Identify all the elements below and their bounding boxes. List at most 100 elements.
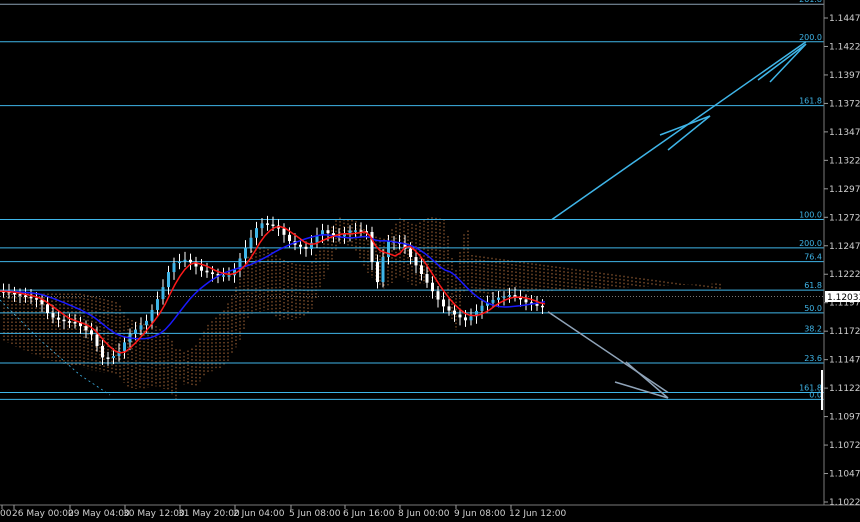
candle-body: [266, 223, 269, 225]
candle-body: [84, 326, 88, 331]
candle-body: [62, 319, 66, 322]
candle-body: [414, 257, 418, 266]
candle-body: [244, 247, 247, 259]
candle-body: [260, 223, 264, 229]
candle-body: [139, 325, 143, 330]
candle-body: [46, 304, 49, 314]
candle-body: [425, 274, 429, 283]
candle-body: [249, 237, 253, 248]
candle-body: [464, 317, 467, 321]
price-tick-label: 1.12979: [829, 185, 860, 195]
candle-body: [167, 272, 170, 288]
candle-body: [101, 345, 104, 358]
candle-body: [271, 224, 275, 226]
candle-body: [227, 275, 231, 277]
candle-body: [282, 228, 286, 235]
candle-body: [189, 259, 192, 263]
candle-body: [95, 334, 99, 346]
candle-body: [541, 305, 544, 308]
current-price-marker: 1.12033: [825, 291, 860, 303]
candle-body: [134, 329, 137, 335]
candle-body: [156, 299, 159, 310]
candle-body: [513, 295, 517, 297]
price-tick-label: 1.10229: [829, 498, 860, 508]
price-tick-label: 1.13229: [829, 156, 860, 166]
time-tick-label: 12 Jun 12:00: [509, 509, 566, 519]
fib-level-label: 23.6: [804, 354, 822, 363]
candle-body: [535, 304, 539, 306]
price-tick-label: 1.12229: [829, 270, 860, 280]
candle-body: [51, 313, 55, 318]
candle-body: [73, 322, 77, 324]
price-tick-label: 1.10729: [829, 441, 860, 451]
candle-body: [453, 310, 456, 315]
candle-body: [354, 230, 357, 232]
price-tick-label: 1.13729: [829, 99, 860, 109]
candle-body: [123, 342, 126, 352]
price-tick-label: 1.14479: [829, 14, 860, 24]
candle-body: [420, 265, 423, 275]
price-tick-label: 1.12729: [829, 213, 860, 223]
candle-body: [18, 294, 22, 296]
chart-background: [0, 0, 860, 522]
time-tick-label: 2 Jun 04:00: [233, 509, 285, 519]
fib-level-label: 200.0: [799, 239, 822, 248]
price-tick-label: 1.13479: [829, 128, 860, 138]
fib-level-label: 200.0: [799, 33, 822, 42]
candle-body: [222, 275, 225, 277]
candle-body: [431, 282, 434, 292]
candle-body: [480, 305, 484, 311]
price-tick-label: 1.11479: [829, 356, 860, 366]
candle-body: [178, 261, 181, 264]
fib-level-label: 100.0: [799, 210, 822, 219]
candle-body: [458, 314, 462, 318]
price-tick-label: 1.12479: [829, 242, 860, 252]
time-tick-label: 30 May 12:00: [123, 509, 185, 519]
fib-level-label: 0.0: [809, 390, 822, 399]
candle-body: [326, 230, 330, 234]
candle-body: [90, 330, 93, 335]
current-price-label: 1.12033: [827, 293, 860, 303]
fib-level-label: 161.8: [799, 97, 822, 106]
candle-body: [68, 321, 71, 323]
price-tick-label: 1.14229: [829, 42, 860, 52]
price-tick-label: 1.11229: [829, 384, 860, 394]
candle-body: [150, 309, 154, 321]
candle-body: [106, 357, 110, 359]
candle-body: [112, 356, 115, 358]
price-tick-label: 1.10479: [829, 470, 860, 480]
candle-body: [524, 299, 528, 303]
candle-body: [183, 259, 187, 262]
time-tick-label: 5 Jun 08:00: [289, 509, 341, 519]
price-tick-label: 1.11729: [829, 327, 860, 337]
candle-body: [304, 246, 308, 249]
candle-body: [381, 257, 385, 283]
candle-body: [409, 248, 412, 258]
candle-body: [469, 316, 473, 321]
candle-body: [436, 291, 440, 300]
fib-level-label: 76.4: [804, 253, 822, 262]
candle-body: [211, 272, 214, 275]
candle-body: [35, 298, 38, 300]
candle-body: [205, 270, 209, 273]
price-tick-label: 1.13979: [829, 71, 860, 81]
fib-level-label: 38.2: [804, 324, 822, 333]
time-tick-label: 8 Jun 00:00: [398, 509, 450, 519]
candle-body: [145, 320, 148, 326]
candle-body: [376, 262, 379, 283]
candle-body: [57, 317, 60, 320]
candle-body: [172, 263, 176, 273]
candle-body: [447, 306, 451, 311]
candle-body: [24, 295, 27, 297]
time-tick-label: 00: [0, 509, 12, 519]
fib-level-label: 261.8: [799, 0, 822, 4]
ichimoku-chart: 261.8 200.0 161.8 100.0 200.0 76.4 61.8 50.0 38.…: [0, 0, 860, 522]
time-tick-label: 31 May 20:00: [178, 509, 240, 519]
fib-level-label: 61.8: [804, 281, 822, 290]
candle-body: [29, 296, 33, 299]
candle-body: [255, 228, 258, 238]
candle-body: [161, 287, 165, 300]
candle-body: [288, 234, 291, 242]
candle-body: [299, 244, 302, 247]
candle-body: [442, 299, 445, 307]
